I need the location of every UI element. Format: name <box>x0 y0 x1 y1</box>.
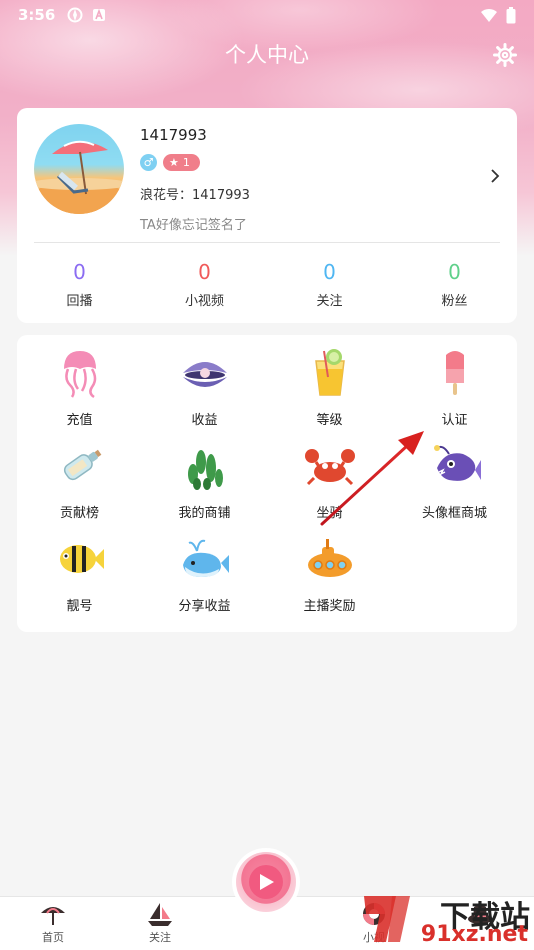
menu-item-mount[interactable]: 坐骑 <box>267 440 392 533</box>
stat-fans[interactable]: 0 粉丝 <box>392 260 517 309</box>
gender-badge: ♂ <box>140 154 157 171</box>
menu-item-level[interactable]: 等级 <box>267 347 392 440</box>
seaweed-icon <box>187 450 223 490</box>
menu-item-label: 等级 <box>316 413 343 428</box>
submarine-icon <box>307 539 352 577</box>
tab-home[interactable]: 首页 <box>23 901 83 945</box>
menu-item-recharge[interactable]: 充值 <box>17 347 142 440</box>
level-badge: ★ 1 <box>163 154 200 171</box>
tab-following[interactable]: 关注 <box>130 901 190 945</box>
stat-value: 0 <box>73 260 86 284</box>
anglerfish-icon <box>433 445 481 481</box>
divider <box>34 242 500 243</box>
beach-umbrella-avatar-icon <box>34 140 124 214</box>
play-icon <box>249 865 283 899</box>
center-live-button[interactable] <box>236 852 296 912</box>
watermark: 下载站 91xz.net <box>356 892 532 948</box>
popsicle-icon <box>445 351 464 395</box>
star-icon: ★ <box>169 156 179 169</box>
tab-label: 首页 <box>42 931 64 944</box>
user-id: 浪花号：1417993 <box>140 188 250 203</box>
menu-item-avatar-frame-shop[interactable]: 头像框商城 <box>392 440 517 533</box>
username: 1417993 <box>140 126 207 144</box>
whale-icon <box>182 539 229 577</box>
stat-value: 0 <box>448 260 461 284</box>
menu-item-label: 坐骑 <box>316 506 343 521</box>
stat-label: 关注 <box>316 294 343 309</box>
avatar[interactable] <box>34 124 124 214</box>
stat-value: 0 <box>198 260 211 284</box>
jellyfish-icon <box>63 351 96 399</box>
status-time: 3:56 <box>18 6 56 24</box>
menu-item-label: 头像框商城 <box>421 506 487 521</box>
title-bar: 个人中心 <box>0 38 534 72</box>
menu-item-share-earnings[interactable]: 分享收益 <box>142 533 267 626</box>
status-bar: 3:56 <box>0 0 534 30</box>
striped-fish-icon <box>59 545 104 573</box>
badges: ♂ ★ 1 <box>140 154 200 171</box>
signature: TA好像忘记签名了 <box>140 218 247 233</box>
feature-menu-card: 充值 收益 等级 认证 贡献榜 我的商铺 坐骑 头像框商城 靓号 分享收益 主播… <box>17 335 517 632</box>
text-notification-icon <box>93 8 106 21</box>
menu-item-label: 充值 <box>66 413 93 428</box>
stat-label: 粉丝 <box>441 294 468 309</box>
menu-item-label: 分享收益 <box>178 599 231 614</box>
menu-item-label: 贡献榜 <box>59 506 99 521</box>
watermark-text-url: 91xz.net <box>420 922 528 947</box>
tab-label: 关注 <box>149 931 171 944</box>
stat-label: 小视频 <box>184 294 224 309</box>
clam-pearl-icon <box>182 362 227 387</box>
menu-item-contribution-rank[interactable]: 贡献榜 <box>17 440 142 533</box>
juice-cup-icon <box>314 349 345 396</box>
menu-item-earnings[interactable]: 收益 <box>142 347 267 440</box>
chevron-right-icon[interactable] <box>489 168 501 184</box>
stat-value: 0 <box>323 260 336 284</box>
level-value: 1 <box>182 156 190 169</box>
message-bottle-icon <box>63 449 101 481</box>
battery-icon <box>506 6 516 23</box>
menu-item-label: 我的商铺 <box>178 506 231 521</box>
menu-item-host-rewards[interactable]: 主播奖励 <box>267 533 392 626</box>
app-notification-icon <box>67 7 83 23</box>
wifi-icon <box>481 8 497 22</box>
feature-grid: 充值 收益 等级 认证 贡献榜 我的商铺 坐骑 头像框商城 靓号 分享收益 主播… <box>17 347 517 626</box>
profile-card[interactable]: 1417993 ♂ ★ 1 浪花号：1417993 TA好像忘记签名了 0 回播… <box>17 108 517 323</box>
page-title: 个人中心 <box>225 43 309 67</box>
watermark-logo-icon <box>364 896 410 942</box>
stat-following[interactable]: 0 关注 <box>267 260 392 309</box>
crab-icon <box>304 449 355 486</box>
stat-short-video[interactable]: 0 小视频 <box>142 260 267 309</box>
menu-item-vanity-number[interactable]: 靓号 <box>17 533 142 626</box>
gear-icon[interactable] <box>492 42 518 68</box>
menu-item-label: 靓号 <box>66 599 93 614</box>
menu-item-my-shop[interactable]: 我的商铺 <box>142 440 267 533</box>
umbrella-icon <box>41 907 65 925</box>
menu-item-verify[interactable]: 认证 <box>392 347 517 440</box>
menu-item-label: 收益 <box>191 413 218 428</box>
menu-item-label: 认证 <box>441 413 468 428</box>
stats-row: 0 回播 0 小视频 0 关注 0 粉丝 <box>17 260 517 309</box>
stat-replay[interactable]: 0 回播 <box>17 260 142 309</box>
stat-label: 回播 <box>66 294 93 309</box>
menu-item-label: 主播奖励 <box>303 599 356 614</box>
sailboat-icon <box>148 903 172 926</box>
